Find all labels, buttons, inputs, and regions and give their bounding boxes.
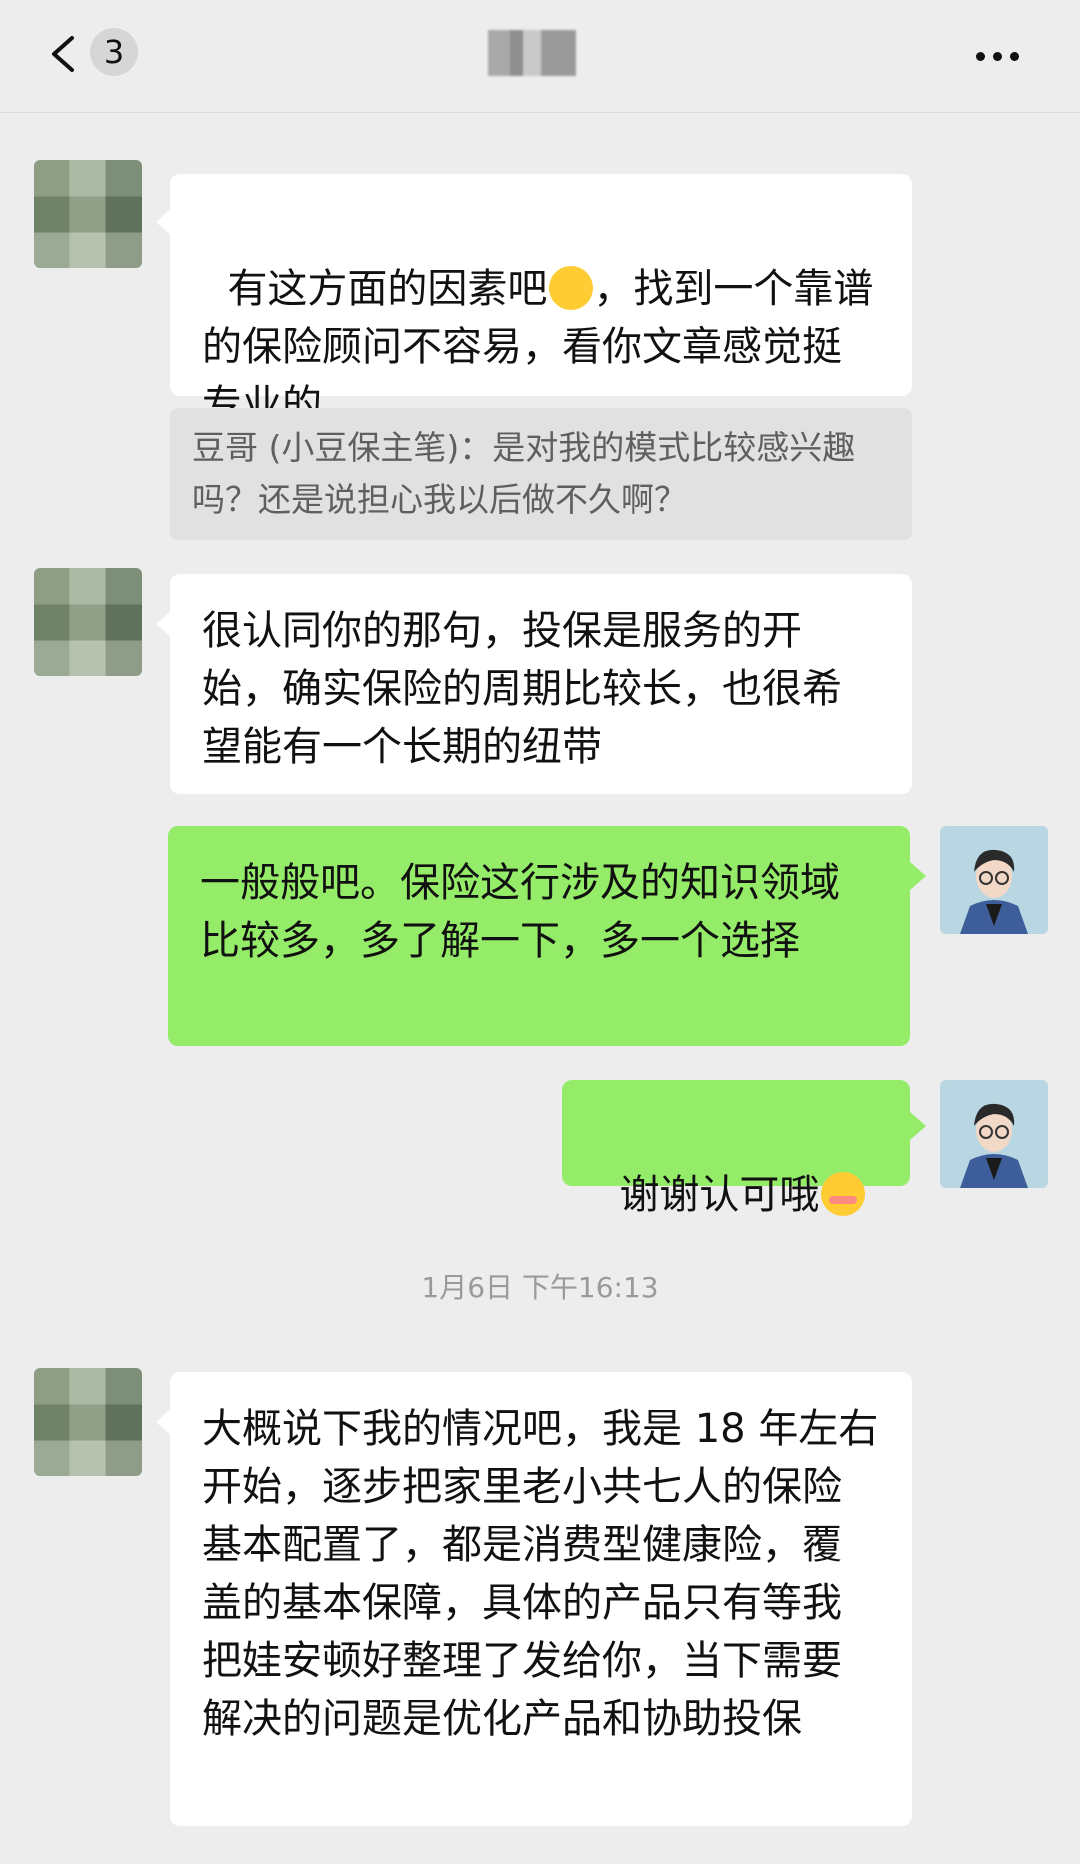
incoming-message[interactable]: 很认同你的那句，投保是服务的开始，确实保险的周期比较长，也很希望能有一个长期的纽… bbox=[170, 574, 912, 794]
chat-header: 3 bbox=[0, 0, 1080, 113]
message-text: 有这方面的因素吧 bbox=[227, 266, 548, 312]
bubble-tail bbox=[910, 862, 926, 890]
chevron-left-icon[interactable] bbox=[44, 34, 84, 74]
incoming-message[interactable]: 大概说下我的情况吧，我是 18 年左右开始，逐步把家里老小共七人的保险基本配置了… bbox=[170, 1372, 912, 1826]
outgoing-message[interactable]: 谢谢认可哦 bbox=[562, 1080, 910, 1218]
bubble-tail bbox=[910, 1112, 926, 1140]
hand-over-mouth-emoji bbox=[549, 266, 594, 310]
chat-title-blurred bbox=[488, 30, 576, 76]
quoted-reply[interactable]: 豆哥 (小豆保主笔)：是对我的模式比较感兴趣吗？还是说担心我以后做不久啊？ bbox=[170, 408, 912, 540]
my-avatar[interactable] bbox=[940, 1080, 1048, 1188]
timestamp: 1月6日 下午16:13 bbox=[421, 1271, 659, 1304]
outgoing-message[interactable]: 一般般吧。保险这行涉及的知识领域比较多，多了解一下，多一个选择 bbox=[168, 826, 910, 1046]
message-text: 谢谢认可哦 bbox=[619, 1172, 820, 1218]
blushing-smile-emoji bbox=[821, 1172, 866, 1216]
more-dots-icon[interactable] bbox=[976, 46, 1030, 61]
contact-avatar[interactable] bbox=[34, 1368, 142, 1476]
contact-avatar[interactable] bbox=[34, 568, 142, 676]
incoming-message[interactable]: 有这方面的因素吧 ，找到一个靠谱的保险顾问不容易，看你文章感觉挺专业的 bbox=[170, 174, 912, 428]
unread-count-badge[interactable]: 3 bbox=[90, 28, 138, 76]
my-avatar[interactable] bbox=[940, 826, 1048, 934]
contact-avatar[interactable] bbox=[34, 160, 142, 268]
